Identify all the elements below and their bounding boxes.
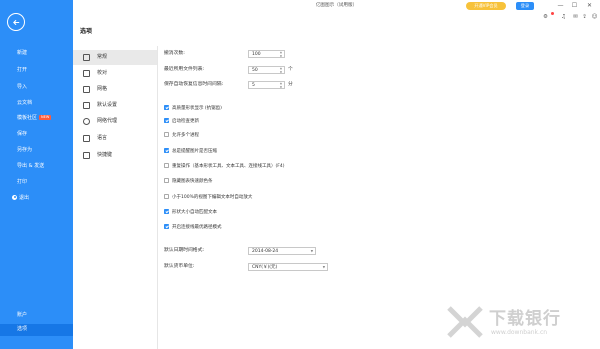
- sidebar-item-account[interactable]: 账户: [0, 310, 73, 321]
- undo-stepper[interactable]: 100 ▲ ▼: [248, 50, 285, 58]
- category-general[interactable]: 常规: [73, 50, 157, 65]
- date-format-select[interactable]: 2014-08-24 ▼: [248, 247, 316, 255]
- vip-button[interactable]: 开通VIP会员: [466, 2, 506, 10]
- sidebar-item-import[interactable]: 导入: [0, 82, 73, 93]
- language-icon: [83, 135, 90, 142]
- checkbox[interactable]: [164, 194, 169, 199]
- proxy-icon: [83, 118, 90, 125]
- recent-files-unit: 个: [288, 67, 293, 72]
- option-shape-fit-text[interactable]: 形状大小自动匹配文本: [164, 209, 217, 217]
- sidebar-item-cloud[interactable]: 云文档: [0, 98, 73, 109]
- gift-icon[interactable]: ✉: [571, 13, 580, 21]
- option-antialias[interactable]: 高质量形状显示 (抗锯齿): [164, 105, 222, 113]
- sidebar-item-save-as[interactable]: 另存为: [0, 145, 73, 156]
- sidebar-item-export[interactable]: 导出 & 发送: [0, 161, 73, 172]
- stepper-arrows-icon[interactable]: ▲ ▼: [279, 82, 283, 89]
- watermark-text: 下载银行: [489, 309, 561, 329]
- option-multi-process[interactable]: 允许多个进程: [164, 132, 199, 140]
- notification-dot: [551, 12, 554, 15]
- option-repeat-action[interactable]: 重复操作（基本形状工具、文本工具、连接线工具）(F4): [164, 163, 284, 171]
- new-badge: NEW: [39, 115, 52, 120]
- stepper-arrows-icon[interactable]: ▲ ▼: [279, 51, 283, 58]
- autosave-unit: 分: [288, 82, 293, 87]
- sidebar-item-options[interactable]: 选项: [0, 324, 73, 336]
- minimize-icon[interactable]: —: [556, 1, 565, 10]
- login-button[interactable]: 登录: [516, 2, 534, 10]
- option-image-compress[interactable]: 总是提醒图片是否压缩: [164, 148, 217, 156]
- arrow-left-icon: [12, 19, 19, 25]
- checkbox[interactable]: [164, 224, 169, 229]
- option-hide-color-bar[interactable]: 隐藏图表快速颜色条: [164, 178, 213, 186]
- option-optimal-connector[interactable]: 开启连接线最优路径模式: [164, 224, 222, 232]
- sidebar-item-save[interactable]: 保存: [0, 129, 73, 140]
- back-button[interactable]: [7, 13, 25, 31]
- option-check-update[interactable]: 启动检查更新: [164, 118, 199, 126]
- page-title: 选项: [80, 28, 93, 35]
- chevron-down-icon: ▼: [310, 249, 313, 253]
- category-language[interactable]: 语言: [73, 131, 157, 146]
- sidebar-item-exit[interactable]: 退出: [0, 193, 73, 204]
- category-default-settings[interactable]: 默认设置: [73, 98, 157, 113]
- exit-icon: [12, 194, 17, 200]
- sidebar: 新建 打开 导入 云文档 模板社区 NEW 保存 另存为 导出 & 发送 打印 退…: [0, 0, 73, 349]
- stepper-arrows-icon[interactable]: ▲ ▼: [279, 67, 283, 74]
- shortcut-icon: [83, 152, 90, 159]
- checkbox[interactable]: [164, 163, 169, 168]
- checkbox[interactable]: [164, 105, 169, 110]
- category-grid[interactable]: 网格: [73, 82, 157, 97]
- sidebar-item-templates[interactable]: 模板社区 NEW: [0, 113, 73, 124]
- currency-select[interactable]: CNY(￥)(元) ▼: [248, 263, 328, 271]
- grid-icon: [83, 86, 90, 93]
- checkbox[interactable]: [164, 118, 169, 123]
- category-proxy[interactable]: 网络代理: [73, 114, 157, 129]
- autosave-label: 保存自动恢复信息时间间隔:: [164, 82, 224, 87]
- checkbox[interactable]: [164, 148, 169, 153]
- sidebar-item-open[interactable]: 打开: [0, 65, 73, 76]
- chevron-down-icon: ▼: [322, 265, 325, 269]
- category-list: 常规 校对 网格 默认设置 网络代理 语言 快捷键: [73, 46, 158, 349]
- recent-files-label: 最近所用文件列表:: [164, 67, 204, 72]
- currency-label: 默认货币单位:: [164, 264, 195, 269]
- watermark-url: www.downbank.cn: [491, 329, 548, 336]
- settings-icon[interactable]: ⚙: [541, 13, 550, 21]
- maximize-icon[interactable]: ☐: [570, 1, 579, 10]
- checkbox[interactable]: [164, 209, 169, 214]
- default-settings-icon: [83, 102, 90, 109]
- recent-files-stepper[interactable]: 50 ▲ ▼: [248, 66, 285, 74]
- autosave-stepper[interactable]: 5 ▲ ▼: [248, 81, 285, 89]
- sidebar-item-new[interactable]: 新建: [0, 48, 73, 59]
- general-icon: [83, 54, 90, 61]
- category-shortcuts[interactable]: 快捷键: [73, 148, 157, 163]
- close-icon[interactable]: ✕: [585, 1, 594, 10]
- sidebar-item-print[interactable]: 打印: [0, 177, 73, 188]
- checkbox[interactable]: [164, 132, 169, 137]
- bell-icon[interactable]: ♫: [559, 13, 568, 21]
- watermark: 下载银行 www.downbank.cn: [445, 302, 595, 346]
- watermark-logo-icon: [447, 306, 483, 338]
- share-icon[interactable]: ⇪: [580, 13, 589, 21]
- option-auto-zoom-text[interactable]: 小于100%的视图下编辑文本时自动放大: [164, 194, 252, 202]
- user-icon[interactable]: ☺: [590, 13, 599, 21]
- proof-icon: [83, 70, 90, 77]
- checkbox[interactable]: [164, 178, 169, 183]
- category-proof[interactable]: 校对: [73, 66, 157, 81]
- date-format-label: 默认日期时间格式:: [164, 248, 204, 253]
- undo-label: 撤消次数:: [164, 51, 185, 56]
